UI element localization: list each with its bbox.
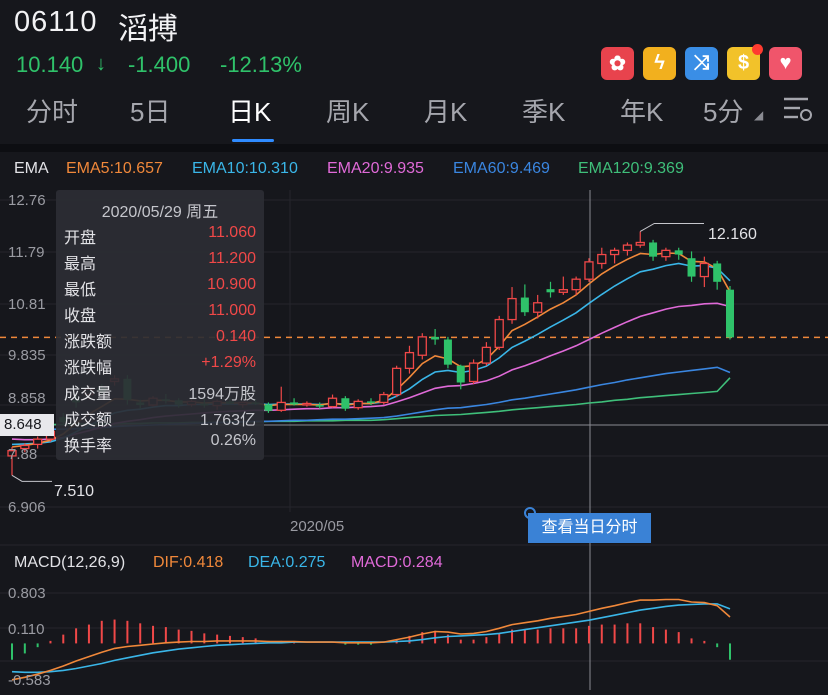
tooltip-row: 涨跌幅 +1.29% [64, 354, 256, 380]
tooltip-row-value: 11.000 [208, 302, 256, 319]
tooltip-row-key: 最高 [64, 256, 97, 273]
macd-axis-tick: 0.803 [8, 585, 46, 602]
candle-body [546, 289, 555, 293]
tooltip-row-value: 0.26% [210, 432, 256, 449]
tooltip-row-key: 涨跌额 [64, 334, 113, 351]
candle-body [597, 253, 607, 265]
tooltip-row-key: 成交量 [64, 386, 113, 403]
candle-body [443, 339, 452, 365]
macd-axis-tick: 0.110 [8, 621, 45, 638]
candle-info-tooltip: 2020/05/29 周五 开盘 11.060 最高 11.200 最低 10.900 收盘… [56, 190, 264, 460]
candle-body [635, 241, 645, 246]
macd-value: MACD:0.284 [351, 554, 443, 571]
candle-body [726, 289, 734, 338]
candle-body [468, 362, 479, 383]
candle-body [533, 302, 543, 313]
candle-body [713, 263, 722, 282]
tooltip-row-value: 1.763亿 [199, 412, 256, 429]
candle-body [571, 278, 581, 291]
tooltip-row: 涨跌额 0.140 [64, 328, 256, 354]
high-pointer [640, 222, 704, 232]
candle-body [674, 250, 683, 255]
candle-body [276, 401, 286, 411]
low-pointer [11, 474, 52, 482]
tooltip-row-value: +1.29% [201, 354, 256, 371]
candle-body [290, 402, 299, 405]
candle-body [379, 393, 389, 404]
candle-body [687, 258, 696, 277]
tooltip-row-key: 收盘 [64, 308, 97, 325]
tooltip-row: 成交额 1.763亿 [64, 406, 256, 432]
dea-line [11, 603, 731, 674]
candle-body [699, 262, 710, 278]
candle-body [649, 242, 658, 257]
candle-body [367, 401, 375, 403]
candle-body [584, 261, 594, 280]
tooltip-row: 收盘 11.000 [64, 302, 256, 328]
candle-body [456, 365, 465, 383]
candle-body [341, 398, 350, 409]
tooltip-row: 最高 11.200 [64, 250, 256, 276]
candle-body [622, 244, 633, 251]
candle-body [558, 289, 568, 293]
candle-body [520, 297, 529, 313]
macd-axis-tick: -0.583 [8, 672, 51, 689]
candle-body [353, 400, 363, 409]
candle-body [327, 397, 338, 408]
candle-body [609, 249, 620, 256]
low-price-label: 7.510 [54, 483, 95, 500]
price-axis-tick: 9.835 [8, 347, 46, 364]
macd-dif: DIF:0.418 [153, 554, 224, 571]
candle-body [661, 249, 671, 258]
tooltip-row: 最低 10.900 [64, 276, 256, 302]
candle-body [417, 336, 427, 356]
candle-body [431, 336, 440, 340]
date-axis-label: 2020/05 [290, 518, 345, 535]
candle-body [264, 404, 273, 411]
tooltip-row: 成交量 1594万股 [64, 380, 256, 406]
tooltip-row-key: 成交额 [64, 412, 113, 429]
crosshair-price-label: 8.648 [0, 414, 54, 436]
macd-label[interactable]: MACD(12,26,9) [14, 554, 125, 572]
tooltip-row-value: 1594万股 [188, 386, 256, 403]
candle-body [404, 351, 415, 369]
price-axis-tick: 10.81 [8, 296, 46, 313]
tooltip-row-key: 涨跌幅 [64, 360, 113, 377]
price-axis-tick: 8.858 [8, 390, 46, 407]
candle-body [507, 297, 517, 321]
tooltip-date: 2020/05/29 周五 [101, 204, 219, 221]
high-price-label: 12.160 [708, 226, 757, 243]
candle-body [32, 438, 43, 446]
tooltip-row-key: 开盘 [64, 230, 97, 247]
tooltip-row-key: 最低 [64, 282, 97, 299]
tooltip-row: 开盘 11.060 [64, 224, 256, 250]
tooltip-row-key: 换手率 [64, 438, 113, 455]
candle-body [315, 405, 324, 407]
candle-body [391, 367, 402, 396]
tooltip-row-value: 0.140 [215, 328, 256, 345]
price-axis-tick: 7.88 [8, 446, 38, 463]
tooltip-row-value: 11.200 [208, 250, 256, 267]
price-axis-tick: 6.906 [8, 499, 46, 516]
price-axis-tick: 11.79 [8, 244, 45, 261]
tooltip-row-value: 11.060 [208, 224, 256, 241]
candle-body [481, 346, 492, 364]
tooltip-row: 换手率 0.26% [64, 432, 256, 458]
candle-body [302, 402, 312, 406]
macd-dea: DEA:0.275 [248, 554, 326, 571]
tooltip-row-value: 10.900 [207, 276, 256, 293]
candle-body [494, 318, 504, 349]
dif-line [11, 598, 731, 681]
view-day-fenshi-button[interactable]: 查看当日分时 [528, 513, 651, 543]
price-axis-tick: 12.76 [8, 192, 46, 209]
